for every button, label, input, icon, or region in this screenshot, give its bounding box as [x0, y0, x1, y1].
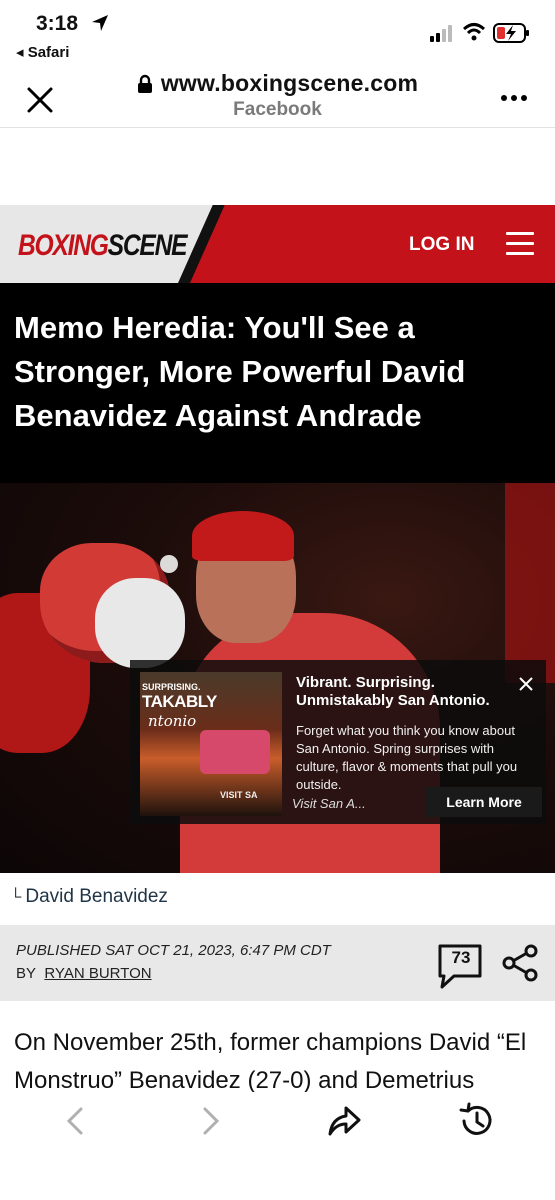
signal-icon [430, 25, 452, 42]
ad-title[interactable]: Vibrant. Surprising. Unmistakably San An… [296, 674, 512, 710]
lock-icon [137, 74, 152, 93]
menu-icon[interactable] [506, 232, 534, 256]
url-display[interactable]: www.boxingscene.com Facebook [100, 70, 455, 121]
ad-image[interactable]: SURPRISING. TAKABLY ntonio VISIT SA [140, 672, 282, 816]
battery-icon [493, 23, 529, 43]
history-icon[interactable] [458, 1102, 496, 1140]
ad-close-icon[interactable] [518, 676, 534, 692]
ad-body: Forget what you think you know about San… [296, 723, 518, 792]
back-icon[interactable] [64, 1106, 86, 1136]
url-source: Facebook [233, 99, 322, 120]
back-to-app-link[interactable]: ◂ Safari [16, 43, 69, 61]
forward-icon[interactable] [200, 1106, 222, 1136]
more-icon[interactable] [500, 88, 528, 108]
comment-count[interactable]: 73 [441, 948, 481, 968]
browser-toolbar [0, 1092, 555, 1200]
article-body: On November 25th, former champions David… [14, 1029, 527, 1094]
wifi-icon [462, 23, 486, 41]
published-date: PUBLISHED SAT OCT 21, 2023, 6:47 PM CDT [16, 942, 331, 959]
article-headline: Memo Heredia: You'll See a Stronger, Mor… [14, 310, 466, 433]
byline: BY RYAN BURTON [16, 965, 152, 982]
status-bar: 3:18 ◂ Safari [0, 0, 555, 66]
location-arrow-icon [92, 15, 108, 31]
header-red-band [190, 205, 555, 283]
close-icon[interactable] [26, 86, 54, 114]
status-time: 3:18 [36, 12, 79, 35]
ad-overlay[interactable]: SURPRISING. TAKABLY ntonio VISIT SA Vibr… [130, 660, 546, 824]
photo-caption: └ David Benavidez [10, 886, 168, 907]
ad-source: Visit San A... [292, 796, 366, 811]
login-link[interactable]: LOG IN [409, 234, 474, 256]
author-link[interactable]: RYAN BURTON [44, 965, 151, 982]
url-text: www.boxingscene.com [160, 70, 419, 96]
share-arrow-icon[interactable] [326, 1104, 362, 1138]
ad-learn-more-button[interactable]: Learn More [426, 787, 542, 817]
share-icon[interactable] [502, 944, 538, 982]
site-logo[interactable]: BOXINGSCENE [18, 229, 188, 263]
